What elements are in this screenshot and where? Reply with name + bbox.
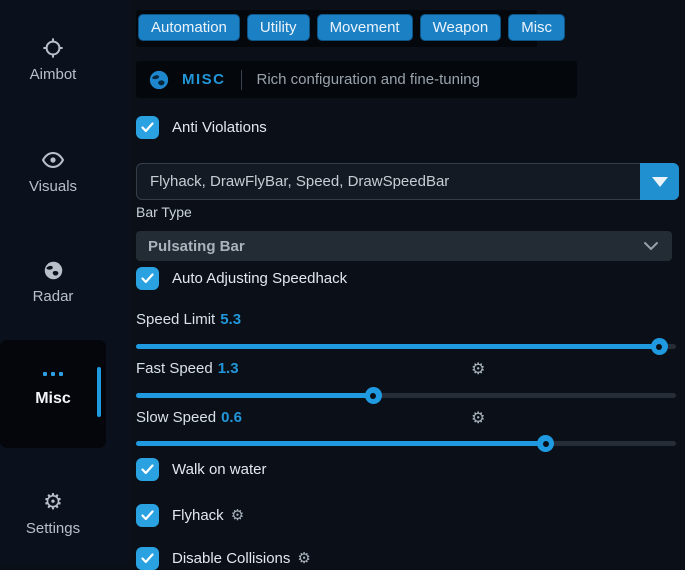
slider-fill [136,441,546,446]
checkbox-checked-icon[interactable] [136,458,159,481]
gear-icon: ⚙ [0,490,106,514]
slider-fill [136,344,660,349]
bar-type-select[interactable]: Pulsating Bar [136,231,672,261]
slider-label-fast-speed: Fast Speed1.3 [136,360,239,377]
checkbox-checked-icon[interactable] [136,267,159,290]
section-title: MISC [182,71,226,88]
slider-value: 5.3 [220,311,241,328]
sidebar: Aimbot Visuals Radar Misc ⚙ Settings [0,0,130,563]
sidebar-item-label: Radar [0,288,106,305]
bar-type-value: Pulsating Bar [148,238,245,255]
chevron-down-icon [643,241,659,251]
multiselect-dropdown-button[interactable] [640,163,679,200]
tab-movement[interactable]: Movement [317,14,413,41]
sidebar-item-label: Misc [0,390,106,408]
tab-misc[interactable]: Misc [508,14,565,41]
checkbox-label: Auto Adjusting Speedhack [172,270,347,287]
sidebar-item-aimbot[interactable]: Aimbot [0,36,106,83]
tab-weapon[interactable]: Weapon [420,14,502,41]
sidebar-item-label: Aimbot [0,66,106,83]
tab-automation[interactable]: Automation [138,14,240,41]
gear-icon[interactable]: ⚙ [471,411,485,427]
slider-speed-limit[interactable] [136,344,676,349]
slider-slow-speed[interactable] [136,441,676,446]
checkbox-checked-icon[interactable] [136,547,159,570]
slider-label-speed-limit: Speed Limit5.3 [136,311,241,328]
category-tabs: Automation Utility Movement Weapon Misc [138,14,565,41]
header-divider [241,70,242,90]
checkbox-checked-icon[interactable] [136,504,159,527]
checkbox-label: Walk on water [172,461,266,478]
slider-handle[interactable] [365,387,382,404]
tab-utility[interactable]: Utility [247,14,310,41]
sidebar-item-label: Visuals [0,178,106,195]
checkbox-auto-adjusting-speedhack[interactable]: Auto Adjusting Speedhack [136,267,347,290]
sidebar-item-radar[interactable]: Radar [0,258,106,305]
slider-fill [136,393,374,398]
crosshair-icon [0,36,106,60]
checkbox-checked-icon[interactable] [136,116,159,139]
gear-icon[interactable]: ⚙ [471,362,485,378]
slider-handle[interactable] [651,338,668,355]
slider-handle[interactable] [537,435,554,452]
bar-type-label: Bar Type [136,204,192,220]
section-subtitle: Rich configuration and fine-tuning [257,71,480,88]
checkbox-label: Flyhack ⚙ [172,507,244,524]
bar-multiselect[interactable]: Flyhack, DrawFlyBar, Speed, DrawSpeedBar [136,163,679,200]
slider-value: 0.6 [221,409,242,426]
sidebar-item-label: Settings [0,520,106,537]
globe-icon [0,258,106,282]
gear-icon[interactable]: ⚙ [231,508,244,523]
slider-label-slow-speed: Slow Speed0.6 [136,409,242,426]
ellipsis-icon [0,372,106,376]
gear-icon[interactable]: ⚙ [297,551,310,566]
sidebar-item-misc[interactable]: Misc [0,340,106,448]
section-header: MISC Rich configuration and fine-tuning [136,61,577,98]
checkbox-label: Anti Violations [172,119,267,136]
selected-accent-bar [97,367,101,417]
content-panel: Automation Utility Movement Weapon Misc … [130,0,685,563]
checkbox-anti-violations[interactable]: Anti Violations [136,116,267,139]
sidebar-item-visuals[interactable]: Visuals [0,148,106,195]
checkbox-flyhack[interactable]: Flyhack ⚙ [136,504,244,527]
slider-fast-speed[interactable] [136,393,676,398]
slider-value: 1.3 [218,360,239,377]
checkbox-disable-collisions[interactable]: Disable Collisions ⚙ [136,547,311,570]
checkbox-walk-on-water[interactable]: Walk on water [136,458,266,481]
eye-icon [0,148,106,172]
sidebar-item-settings[interactable]: ⚙ Settings [0,490,106,537]
checkbox-label: Disable Collisions ⚙ [172,550,311,567]
bar-multiselect-value: Flyhack, DrawFlyBar, Speed, DrawSpeedBar [150,173,449,190]
triangle-down-icon [652,177,668,187]
globe-icon [149,70,169,90]
